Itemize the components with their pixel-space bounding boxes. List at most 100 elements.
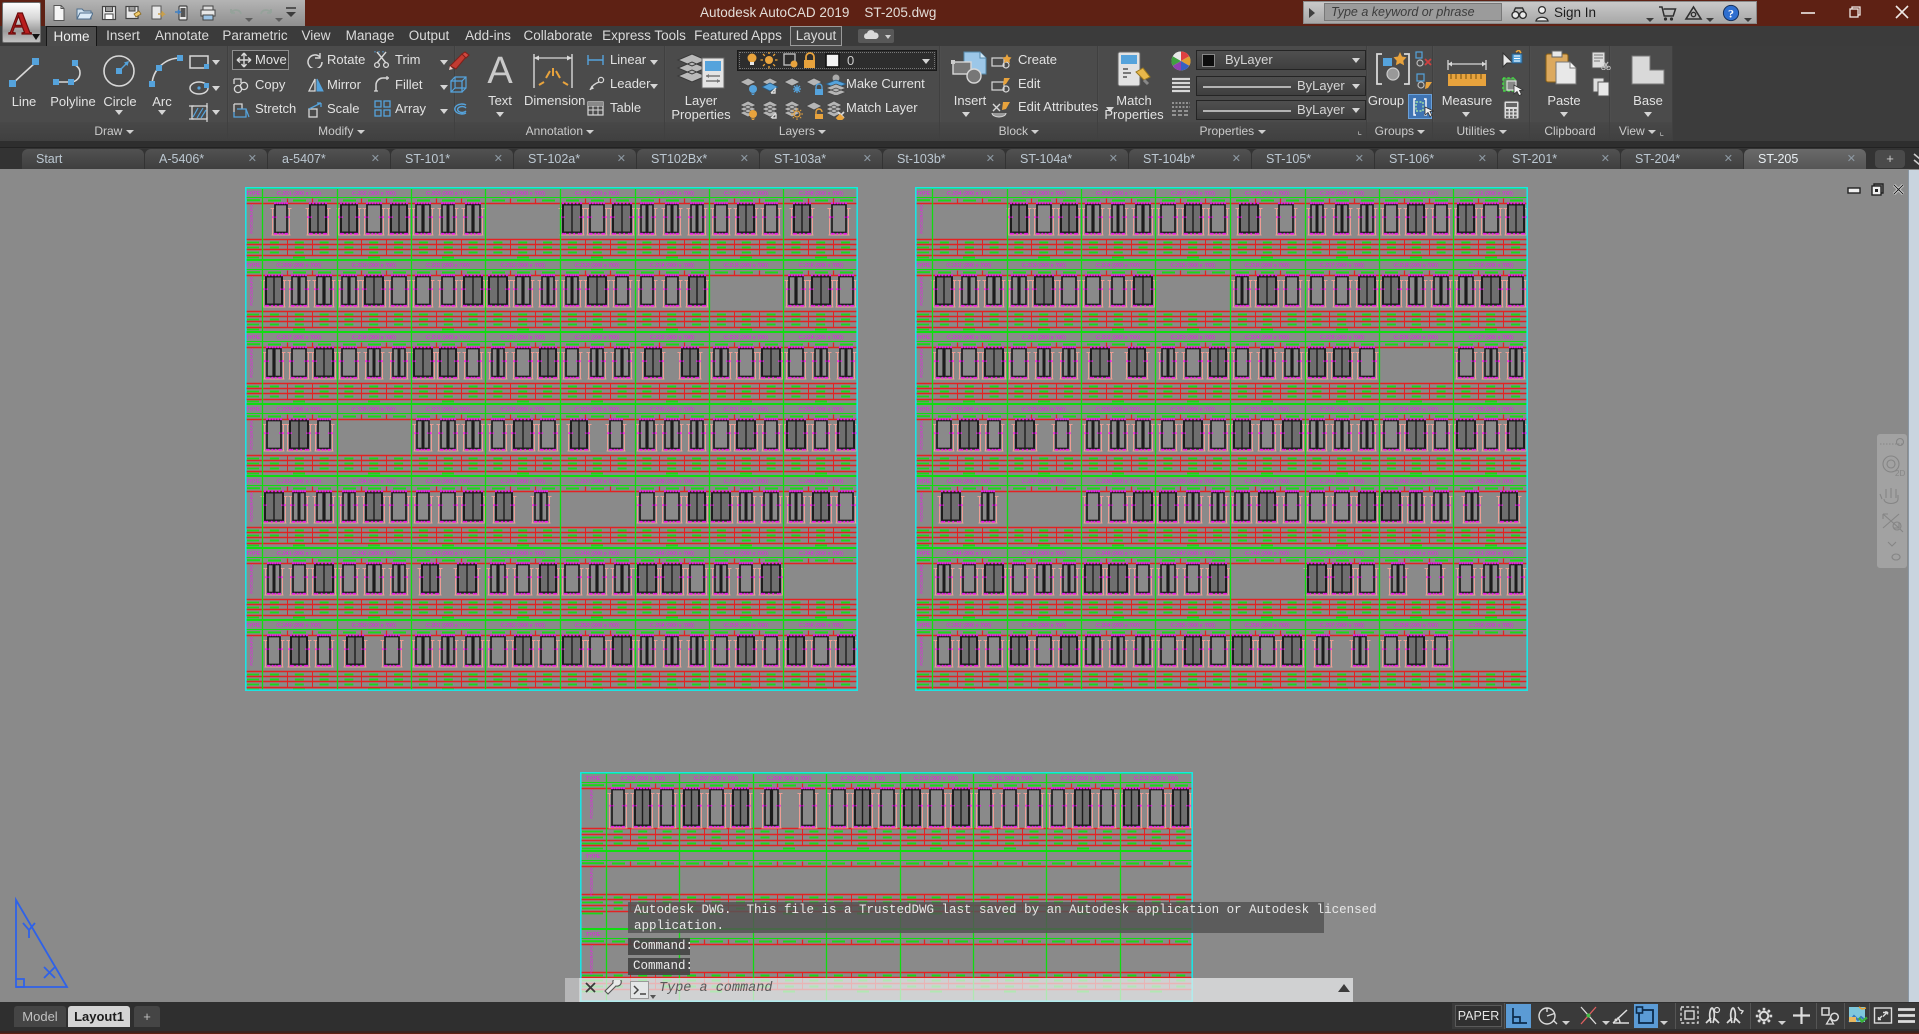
svg-text:C.210 (300 x 700): C.210 (300 x 700) <box>1394 191 1438 197</box>
svg-text:C.232 (300 x 700): C.232 (300 x 700) <box>1245 407 1289 413</box>
svg-text:TYPE: TYPE <box>246 407 261 413</box>
svg-text:C.222 (300 x 700): C.222 (300 x 700) <box>1096 335 1140 341</box>
svg-text:C.235 (300 x 700): C.235 (300 x 700) <box>1469 407 1513 413</box>
svg-text:C.249 (300 x 700): C.249 (300 x 700) <box>277 623 321 629</box>
svg-text:C.215 (300 x 700): C.215 (300 x 700) <box>1171 263 1215 269</box>
svg-text:C.210 (300 x 700): C.210 (300 x 700) <box>352 263 396 269</box>
svg-text:C.211 (300 x 700): C.211 (300 x 700) <box>988 776 1032 782</box>
svg-text:C.225 (300 x 700): C.225 (300 x 700) <box>1320 335 1364 341</box>
svg-text:C.232 (300 x 700): C.232 (300 x 700) <box>799 407 843 413</box>
svg-text:C.223 (300 x 700): C.223 (300 x 700) <box>724 335 768 341</box>
svg-text:C.228 (300 x 700): C.228 (300 x 700) <box>501 407 545 413</box>
svg-text:C.209 (300 x 700): C.209 (300 x 700) <box>1320 191 1364 197</box>
svg-text:C.238 (300 x 700): C.238 (300 x 700) <box>650 479 694 485</box>
svg-text:C.202 (300 x 700): C.202 (300 x 700) <box>352 191 396 197</box>
svg-text:C.218 (300 x 700): C.218 (300 x 700) <box>352 335 396 341</box>
svg-text:TYPE: TYPE <box>916 263 931 269</box>
svg-text:C.229 (300 x 700): C.229 (300 x 700) <box>575 407 619 413</box>
svg-text:TYPE: TYPE <box>246 551 261 557</box>
svg-text:C.233 (300 x 700): C.233 (300 x 700) <box>1320 407 1364 413</box>
svg-text:C.212 (300 x 700): C.212 (300 x 700) <box>501 263 545 269</box>
svg-text:C.252 (300 x 700): C.252 (300 x 700) <box>501 623 545 629</box>
svg-text:C.212 (300 x 700): C.212 (300 x 700) <box>1061 776 1105 782</box>
svg-text:A: A <box>487 50 513 90</box>
svg-text:C.210 (300 x 700): C.210 (300 x 700) <box>914 776 958 782</box>
svg-text:TYPE: TYPE <box>246 263 261 269</box>
svg-text:C.206 (300 x 700): C.206 (300 x 700) <box>650 191 694 197</box>
svg-text:C.234 (300 x 700): C.234 (300 x 700) <box>352 479 396 485</box>
svg-text:C.251 (300 x 700): C.251 (300 x 700) <box>426 623 470 629</box>
svg-text:C.221 (300 x 700): C.221 (300 x 700) <box>575 335 619 341</box>
svg-text:C.243 (300 x 700): C.243 (300 x 700) <box>1469 479 1513 485</box>
svg-text:C.234 (300 x 700): C.234 (300 x 700) <box>1394 407 1438 413</box>
svg-text:C.208 (300 x 700): C.208 (300 x 700) <box>799 191 843 197</box>
svg-text:C.226 (300 x 700): C.226 (300 x 700) <box>1394 335 1438 341</box>
svg-text:C.237 (300 x 700): C.237 (300 x 700) <box>1022 479 1066 485</box>
svg-text:C.228 (300 x 700): C.228 (300 x 700) <box>947 407 991 413</box>
svg-text:C.253 (300 x 700): C.253 (300 x 700) <box>1022 623 1066 629</box>
svg-text:C.246 (300 x 700): C.246 (300 x 700) <box>650 551 694 557</box>
svg-text:C.242 (300 x 700): C.242 (300 x 700) <box>352 551 396 557</box>
svg-text:C.230 (300 x 700): C.230 (300 x 700) <box>1096 407 1140 413</box>
svg-text:C.217 (300 x 700): C.217 (300 x 700) <box>1320 263 1364 269</box>
svg-text:C.255 (300 x 700): C.255 (300 x 700) <box>724 623 768 629</box>
svg-text:FOTOGRAFIA: FOTOGRAFIA <box>249 420 254 449</box>
svg-text:FOTOGRAFIA: FOTOGRAFIA <box>249 636 254 665</box>
svg-text:C.224 (300 x 700): C.224 (300 x 700) <box>799 335 843 341</box>
svg-text:C.256 (300 x 700): C.256 (300 x 700) <box>1245 623 1289 629</box>
svg-text:C.237 (300 x 700): C.237 (300 x 700) <box>575 479 619 485</box>
svg-text:C.207 (300 x 700): C.207 (300 x 700) <box>724 191 768 197</box>
svg-text:C.239 (300 x 700): C.239 (300 x 700) <box>724 479 768 485</box>
svg-text:C.207 (300 x 700): C.207 (300 x 700) <box>1171 191 1215 197</box>
svg-text:C.243 (300 x 700): C.243 (300 x 700) <box>426 551 470 557</box>
svg-text:C.231 (300 x 700): C.231 (300 x 700) <box>1171 407 1215 413</box>
svg-text:C.222 (300 x 700): C.222 (300 x 700) <box>650 335 694 341</box>
svg-text:FOTOGRAFIA: FOTOGRAFIA <box>249 492 254 521</box>
svg-text:C.245 (300 x 700): C.245 (300 x 700) <box>575 551 619 557</box>
svg-text:C.204 (300 x 700): C.204 (300 x 700) <box>947 191 991 197</box>
svg-text:C.250 (300 x 700): C.250 (300 x 700) <box>352 623 396 629</box>
svg-text:C.220 (300 x 700): C.220 (300 x 700) <box>501 335 545 341</box>
svg-text:C.239 (300 x 700): C.239 (300 x 700) <box>1171 479 1215 485</box>
svg-text:C.245 (300 x 700): C.245 (300 x 700) <box>1022 551 1066 557</box>
svg-text:C.244 (300 x 700): C.244 (300 x 700) <box>947 551 991 557</box>
svg-text:C.240 (300 x 700): C.240 (300 x 700) <box>1245 479 1289 485</box>
svg-text:C.249 (300 x 700): C.249 (300 x 700) <box>1320 551 1364 557</box>
svg-text:C.216 (300 x 700): C.216 (300 x 700) <box>799 263 843 269</box>
svg-text:TYPE: TYPE <box>916 479 931 485</box>
svg-text:C.258 (300 x 700): C.258 (300 x 700) <box>1394 623 1438 629</box>
svg-text:C.226 (300 x 700): C.226 (300 x 700) <box>352 407 396 413</box>
svg-text:C.241 (300 x 700): C.241 (300 x 700) <box>1320 479 1364 485</box>
svg-text:C.256 (300 x 700): C.256 (300 x 700) <box>799 623 843 629</box>
svg-text:C.209 (300 x 700): C.209 (300 x 700) <box>841 776 885 782</box>
svg-text:C.218 (300 x 700): C.218 (300 x 700) <box>1394 263 1438 269</box>
svg-text:C.209 (300 x 700): C.209 (300 x 700) <box>277 263 321 269</box>
svg-text:C.255 (300 x 700): C.255 (300 x 700) <box>1171 623 1215 629</box>
svg-text:A: A <box>8 5 31 41</box>
svg-text:TYPE: TYPE <box>586 932 601 938</box>
svg-text:C.227 (300 x 700): C.227 (300 x 700) <box>1469 335 1513 341</box>
svg-text:FOTOGRAFIA: FOTOGRAFIA <box>249 204 254 233</box>
svg-text:C.247 (300 x 700): C.247 (300 x 700) <box>1171 551 1215 557</box>
svg-text:C.219 (300 x 700): C.219 (300 x 700) <box>426 335 470 341</box>
svg-text:TYPE: TYPE <box>586 776 601 782</box>
svg-text:C.230 (300 x 700): C.230 (300 x 700) <box>650 407 694 413</box>
svg-text:C.231 (300 x 700): C.231 (300 x 700) <box>724 407 768 413</box>
svg-text:C.203 (300 x 700): C.203 (300 x 700) <box>426 191 470 197</box>
svg-text:C.225 (300 x 700): C.225 (300 x 700) <box>277 407 321 413</box>
svg-text:C.253 (300 x 700): C.253 (300 x 700) <box>575 623 619 629</box>
svg-text:C.205 (300 x 700): C.205 (300 x 700) <box>1022 191 1066 197</box>
svg-text:C.236 (300 x 700): C.236 (300 x 700) <box>501 479 545 485</box>
svg-text:C.247 (300 x 700): C.247 (300 x 700) <box>724 551 768 557</box>
svg-text:C.250 (300 x 700): C.250 (300 x 700) <box>1394 551 1438 557</box>
svg-text:FOTOGRAFIA: FOTOGRAFIA <box>249 276 254 305</box>
svg-text:C.224 (300 x 700): C.224 (300 x 700) <box>1245 335 1289 341</box>
svg-text:C.244 (300 x 700): C.244 (300 x 700) <box>501 551 545 557</box>
svg-text:FOTOGRAFIA: FOTOGRAFIA <box>919 492 924 521</box>
svg-text:TYPE: TYPE <box>586 854 601 860</box>
svg-text:FOTOGRAFIA: FOTOGRAFIA <box>249 564 254 593</box>
svg-text:C.254 (300 x 700): C.254 (300 x 700) <box>650 623 694 629</box>
svg-text:FOTOGRAFIA: FOTOGRAFIA <box>919 348 924 377</box>
svg-text:C.227 (300 x 700): C.227 (300 x 700) <box>426 407 470 413</box>
svg-text:C.242 (300 x 700): C.242 (300 x 700) <box>1394 479 1438 485</box>
